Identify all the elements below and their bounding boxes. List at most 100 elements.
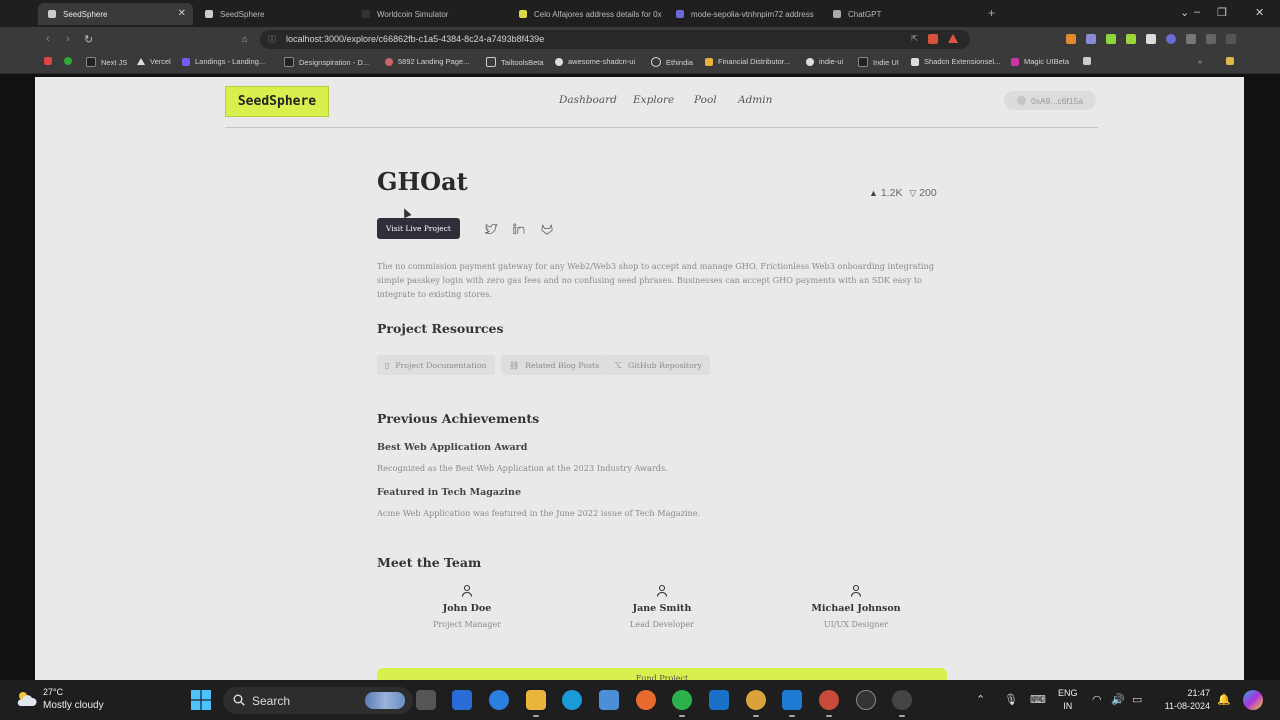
bookmark-green[interactable]	[64, 57, 77, 65]
site-logo[interactable]: SeedSphere	[225, 86, 329, 117]
bookmark-extra[interactable]	[1083, 57, 1096, 65]
extension-icon[interactable]	[1126, 34, 1136, 44]
battery-icon[interactable]: ▭	[1132, 693, 1142, 706]
nav-admin[interactable]: Admin	[738, 94, 772, 106]
extensions-puzzle-icon[interactable]	[1186, 34, 1196, 44]
wallet-button[interactable]: 0xA9...c6f15a	[1004, 91, 1096, 110]
forward-icon[interactable]: ›	[66, 33, 70, 45]
more-bookmarks-icon[interactable]: »	[1198, 57, 1202, 66]
gmail-icon	[44, 57, 52, 65]
restore-icon[interactable]: ❐	[1217, 6, 1227, 19]
taskbar-search[interactable]: Search	[223, 687, 413, 714]
twitter-icon[interactable]	[484, 222, 498, 236]
nav-pool[interactable]: Pool	[694, 94, 717, 106]
gitlab-icon[interactable]	[540, 222, 554, 236]
bookmark-indie-ui-gh[interactable]: indie-ui	[806, 57, 843, 66]
notepad-icon[interactable]	[599, 690, 619, 710]
task-view-icon[interactable]	[416, 690, 436, 710]
vscode-icon[interactable]	[782, 690, 802, 717]
bookmark-landing-page[interactable]: 5892 Landing Page...	[385, 57, 469, 66]
bookmark-designspiration[interactable]: Designspiration - D...	[284, 57, 369, 67]
bookmark-icon	[1083, 57, 1091, 65]
tab-search-icon[interactable]: ⌄	[1180, 6, 1189, 19]
clock-date: 11-08-2024	[1164, 701, 1210, 711]
bookmark-ethindia[interactable]: Ethindia	[651, 57, 693, 67]
microsoft-store-icon[interactable]	[452, 690, 472, 710]
minimize-icon[interactable]: –	[1194, 6, 1200, 18]
site-info-icon[interactable]: ⓘ	[268, 34, 276, 45]
microphone-icon[interactable]: 🎙	[1004, 693, 1018, 706]
all-bookmarks-folder[interactable]	[1226, 57, 1239, 65]
bookmark-shadcn-ext[interactable]: Shadcn Extensionsel...	[911, 57, 1000, 66]
url-field[interactable]: ⓘ localhost:3000/explore/c66862fb-c1a5-4…	[260, 30, 970, 49]
github-repository-link[interactable]: ⌥ GitHub Repository	[606, 355, 710, 375]
extension-icon[interactable]	[1086, 34, 1096, 44]
edge-icon[interactable]	[562, 690, 582, 710]
firefox-icon[interactable]	[636, 690, 656, 710]
rewards-icon[interactable]	[948, 34, 958, 43]
bookmark-gmail[interactable]	[44, 57, 57, 65]
bookmarks-bar: Next JS Vercel Landings - Landing... Des…	[0, 52, 1280, 74]
upvote-icon[interactable]: ▲	[869, 188, 878, 198]
show-hidden-icons-icon[interactable]: ⌃	[976, 693, 985, 706]
linkedin-icon[interactable]	[512, 222, 526, 236]
side-panel-icon[interactable]	[1206, 34, 1216, 44]
nav-dashboard[interactable]: Dashboard	[559, 94, 617, 106]
bookmark-vercel[interactable]: Vercel	[137, 57, 171, 66]
bookmark-financial[interactable]: Financial Distributor...	[705, 57, 790, 66]
wallet-icon[interactable]	[1226, 34, 1236, 44]
bookmark-next-js[interactable]: Next JS	[86, 57, 127, 67]
close-window-icon[interactable]: ✕	[1255, 6, 1264, 19]
bookmark-landings[interactable]: Landings - Landing...	[182, 57, 265, 66]
todo-icon[interactable]	[489, 690, 509, 710]
tab-mode-sepolia[interactable]: mode-sepolia-vtnhnpim72 address	[666, 3, 821, 25]
nav-explore[interactable]: Explore	[633, 94, 674, 106]
notifications-icon[interactable]: 🔔	[1217, 693, 1231, 706]
bookmark-tailtools[interactable]: TailtoolsBeta	[486, 57, 544, 67]
keyboard-icon[interactable]: ⌨	[1030, 693, 1046, 706]
volume-icon[interactable]: 🔊	[1111, 693, 1125, 706]
bookmark-awesome-shadcn[interactable]: awesome-shadcn-ui	[555, 57, 635, 66]
windows-start-icon[interactable]	[191, 690, 211, 710]
close-tab-icon[interactable]: ✕	[178, 8, 186, 19]
tab-celo[interactable]: Celo Alfajores address details for 0x	[509, 3, 664, 25]
whatsapp-icon[interactable]	[672, 690, 692, 717]
system-clock[interactable]: 21:47 11-08-2024	[1160, 687, 1210, 713]
extension-icon[interactable]	[1106, 34, 1116, 44]
bookmark-indie-ui[interactable]: Indie UI	[858, 57, 899, 67]
project-documentation-link[interactable]: ▯ Project Documentation	[377, 355, 495, 375]
new-tab-icon[interactable]: +	[988, 6, 995, 20]
media-player-icon[interactable]	[892, 690, 912, 717]
page-viewport: SeedSphere Dashboard Explore Pool Admin …	[35, 77, 1244, 680]
header-divider	[225, 127, 1098, 128]
bookmark-magic-ui[interactable]: Magic UIBeta	[1011, 57, 1069, 66]
weather-cloudy-icon[interactable]	[14, 689, 38, 709]
tab-chatgpt[interactable]: ChatGPT	[823, 3, 978, 25]
share-icon[interactable]: ⇱	[911, 34, 918, 43]
tailtools-icon	[486, 57, 496, 67]
chrome-icon[interactable]	[746, 690, 766, 717]
copilot-icon[interactable]	[1243, 690, 1263, 710]
visit-live-project-button[interactable]: Visit Live Project	[377, 218, 460, 239]
achievement-description: Recognized as the Best Web Application a…	[377, 463, 668, 473]
language-indicator[interactable]: ENG IN	[1058, 687, 1078, 713]
brave-icon[interactable]	[928, 34, 938, 44]
tab-seedsphere[interactable]: SeedSphere	[195, 3, 350, 25]
back-icon[interactable]: ‹	[46, 33, 50, 45]
extension-icon[interactable]	[1146, 34, 1156, 44]
downvote-icon[interactable]: ▽	[909, 188, 916, 198]
tab-seedsphere-active[interactable]: SeedSphere ✕	[38, 3, 193, 25]
metamask-extension-icon[interactable]	[1066, 34, 1076, 44]
chrome-canary-icon[interactable]	[819, 690, 839, 717]
reload-icon[interactable]: ↻	[84, 33, 93, 46]
related-blog-posts-link[interactable]: ⛓ Related Blog Posts	[501, 355, 608, 375]
wifi-icon[interactable]: ◠	[1092, 693, 1102, 706]
fund-project-button[interactable]: Fund Project	[377, 668, 947, 680]
github-desktop-icon[interactable]	[856, 690, 876, 710]
extension-icon[interactable]	[1166, 34, 1176, 44]
tab-worldcoin[interactable]: Worldcoin Simulator	[352, 3, 507, 25]
bookmark-page-icon[interactable]: ⌂	[242, 34, 247, 44]
outlook-icon[interactable]	[709, 690, 729, 710]
file-explorer-icon[interactable]	[526, 690, 546, 717]
search-label: Search	[252, 694, 291, 708]
